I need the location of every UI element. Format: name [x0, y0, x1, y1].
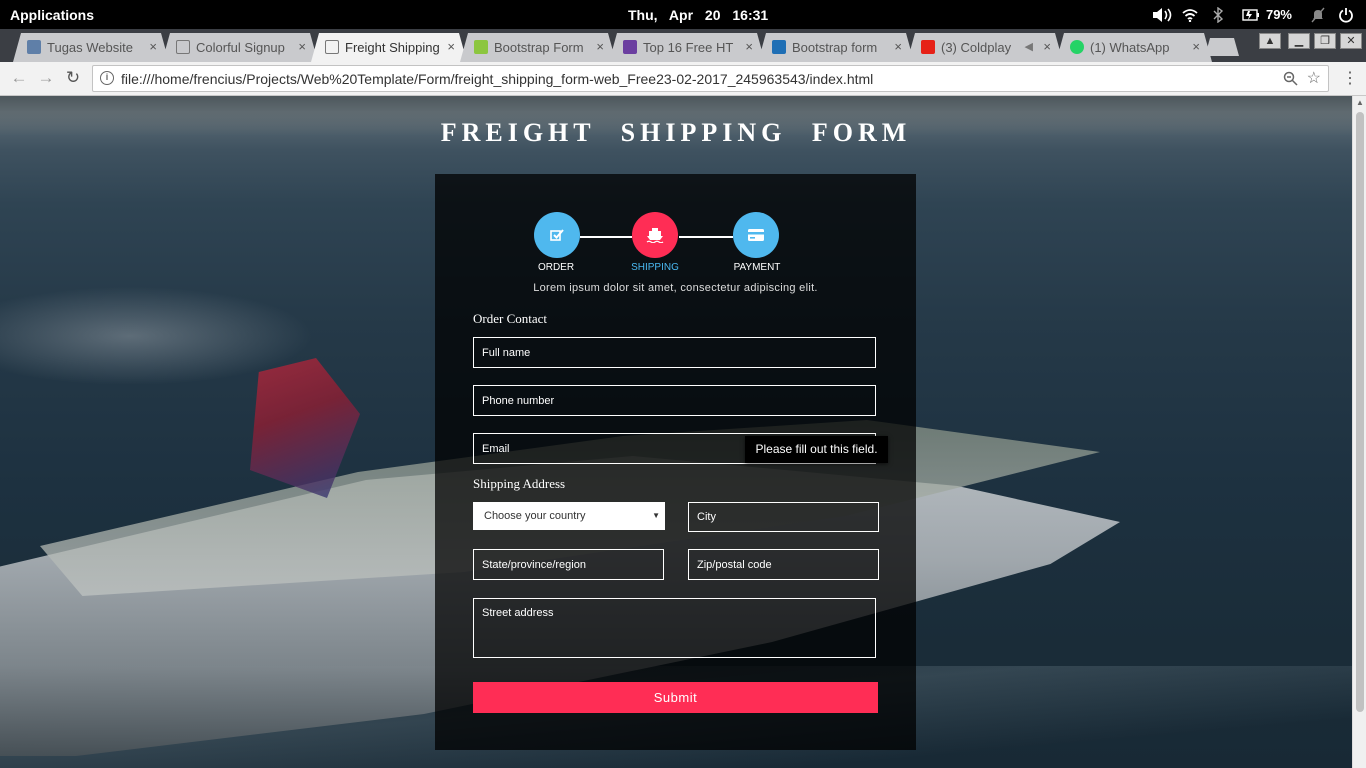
favicon-icon [27, 40, 41, 54]
system-top-bar: Applications Thu, Apr 20 16:31 79% [0, 0, 1366, 29]
zip-code-input[interactable] [688, 549, 879, 580]
credit-card-icon [748, 229, 764, 241]
tab-whatsapp[interactable]: (1) WhatsApp × [1056, 33, 1212, 62]
minimize-button[interactable]: ▁ [1288, 33, 1310, 49]
vertical-scrollbar[interactable]: ▲ [1352, 96, 1366, 768]
tab-title: Colorful Signup [196, 40, 285, 55]
volume-icon[interactable] [1148, 0, 1176, 29]
w3schools-icon [474, 40, 488, 54]
tab-title: Tugas Website [47, 40, 133, 55]
order-contact-heading: Order Contact [473, 311, 548, 326]
page-icon [176, 40, 190, 54]
tab-tugas-website[interactable]: Tugas Website × [13, 33, 169, 62]
battery-percentage: 79% [1265, 7, 1292, 22]
tab-title: (3) Coldplay [941, 40, 1012, 55]
state-region-input[interactable] [473, 549, 664, 580]
step-label-payment: PAYMENT [733, 262, 781, 273]
new-tab-button[interactable] [1205, 38, 1239, 56]
scroll-up-arrow-icon[interactable]: ▲ [1356, 98, 1364, 107]
step-payment[interactable] [733, 212, 779, 258]
country-select[interactable]: Choose your country ▼ [473, 502, 665, 530]
country-select-value: Choose your country [484, 510, 586, 522]
close-window-button[interactable]: ✕ [1340, 33, 1362, 49]
url-text[interactable]: file:///home/frencius/Projects/Web%20Tem… [121, 71, 873, 87]
bluetooth-icon[interactable] [1204, 0, 1232, 29]
tab-title: Freight Shipping [345, 40, 440, 55]
page-title: FREIGHT SHIPPING FORM [440, 118, 912, 147]
tab-close-icon[interactable]: × [1192, 39, 1200, 54]
whatsapp-icon [1070, 40, 1084, 54]
browser-menu-icon[interactable]: ⋮ [1341, 68, 1359, 90]
page-viewport: FREIGHT SHIPPING FORM ORDER SHIPPING PAY… [0, 96, 1352, 768]
tab-colorful-signup[interactable]: Colorful Signup × [162, 33, 318, 62]
forward-arrow-icon[interactable]: → [35, 67, 57, 89]
tab-bootstrap-form-2[interactable]: Bootstrap form × [758, 33, 914, 62]
tab-title: Bootstrap form [792, 40, 878, 55]
step-label-order: ORDER [537, 262, 575, 273]
page-icon [325, 40, 339, 54]
tab-bootstrap-form[interactable]: Bootstrap Form × [460, 33, 616, 62]
tab-close-icon[interactable]: × [596, 39, 604, 54]
tab-title: (1) WhatsApp [1090, 40, 1170, 55]
battery-indicator[interactable]: 79% [1242, 7, 1292, 22]
phone-number-input[interactable] [473, 385, 876, 416]
tab-audio-icon[interactable]: ◀︎ [1025, 40, 1033, 53]
tab-close-icon[interactable]: × [149, 39, 157, 54]
browser-toolbar: ← → ↻ i file:///home/frencius/Projects/W… [0, 62, 1366, 96]
youtube-icon [921, 40, 935, 54]
reload-icon[interactable]: ↻ [62, 67, 84, 89]
step-label-shipping: SHIPPING [631, 262, 679, 273]
tab-top-16-free[interactable]: Top 16 Free HT × [609, 33, 765, 62]
scrollbar-thumb[interactable] [1356, 112, 1364, 712]
step-shipping[interactable] [632, 212, 678, 258]
address-bar[interactable]: i file:///home/frencius/Projects/Web%20T… [92, 65, 1329, 92]
maximize-button[interactable]: ❐ [1314, 33, 1336, 49]
tab-close-icon[interactable]: × [1043, 39, 1051, 54]
tab-title: Top 16 Free HT [643, 40, 734, 55]
tab-title: Bootstrap Form [494, 40, 584, 55]
tab-close-icon[interactable]: × [298, 39, 306, 54]
city-input[interactable] [688, 502, 879, 532]
validation-tooltip: Please fill out this field. [745, 436, 888, 463]
dropdown-arrow-icon: ▼ [652, 511, 660, 520]
info-icon[interactable]: i [100, 71, 114, 85]
wifi-icon[interactable] [1176, 0, 1204, 29]
full-name-input[interactable] [473, 337, 876, 368]
street-address-input[interactable] [473, 598, 876, 658]
ship-icon [646, 228, 664, 243]
profile-icon[interactable]: ▲ [1259, 33, 1281, 49]
tab-close-icon[interactable]: × [447, 39, 455, 54]
notifications-muted-icon[interactable] [1304, 0, 1332, 29]
checkbox-icon [550, 229, 564, 241]
system-tray: 79% [1148, 0, 1366, 29]
bookmark-star-icon[interactable]: ☆ [1307, 68, 1321, 88]
tab-close-icon[interactable]: × [894, 39, 902, 54]
browser-tab-strip: Tugas Website × Colorful Signup × Freigh… [0, 29, 1366, 62]
tab-coldplay[interactable]: (3) Coldplay ◀︎ × [907, 33, 1063, 62]
applications-menu[interactable]: Applications [10, 7, 94, 23]
power-icon[interactable] [1332, 0, 1360, 29]
tab-close-icon[interactable]: × [745, 39, 753, 54]
battery-icon [1242, 8, 1259, 21]
tab-freight-shipping[interactable]: Freight Shipping × [311, 33, 467, 62]
zoom-icon[interactable] [1283, 71, 1298, 91]
step-connector [679, 236, 733, 238]
step-order[interactable] [534, 212, 580, 258]
submit-button[interactable]: Submit [473, 682, 878, 713]
intro-text: Lorem ipsum dolor sit amet, consectetur … [533, 282, 818, 294]
bootstrap-icon [772, 40, 786, 54]
colorlib-icon [623, 40, 637, 54]
shipping-address-heading: Shipping Address [473, 476, 566, 491]
back-arrow-icon[interactable]: ← [8, 67, 30, 89]
system-clock[interactable]: Thu, Apr 20 16:31 [628, 7, 768, 23]
step-connector [580, 236, 632, 238]
